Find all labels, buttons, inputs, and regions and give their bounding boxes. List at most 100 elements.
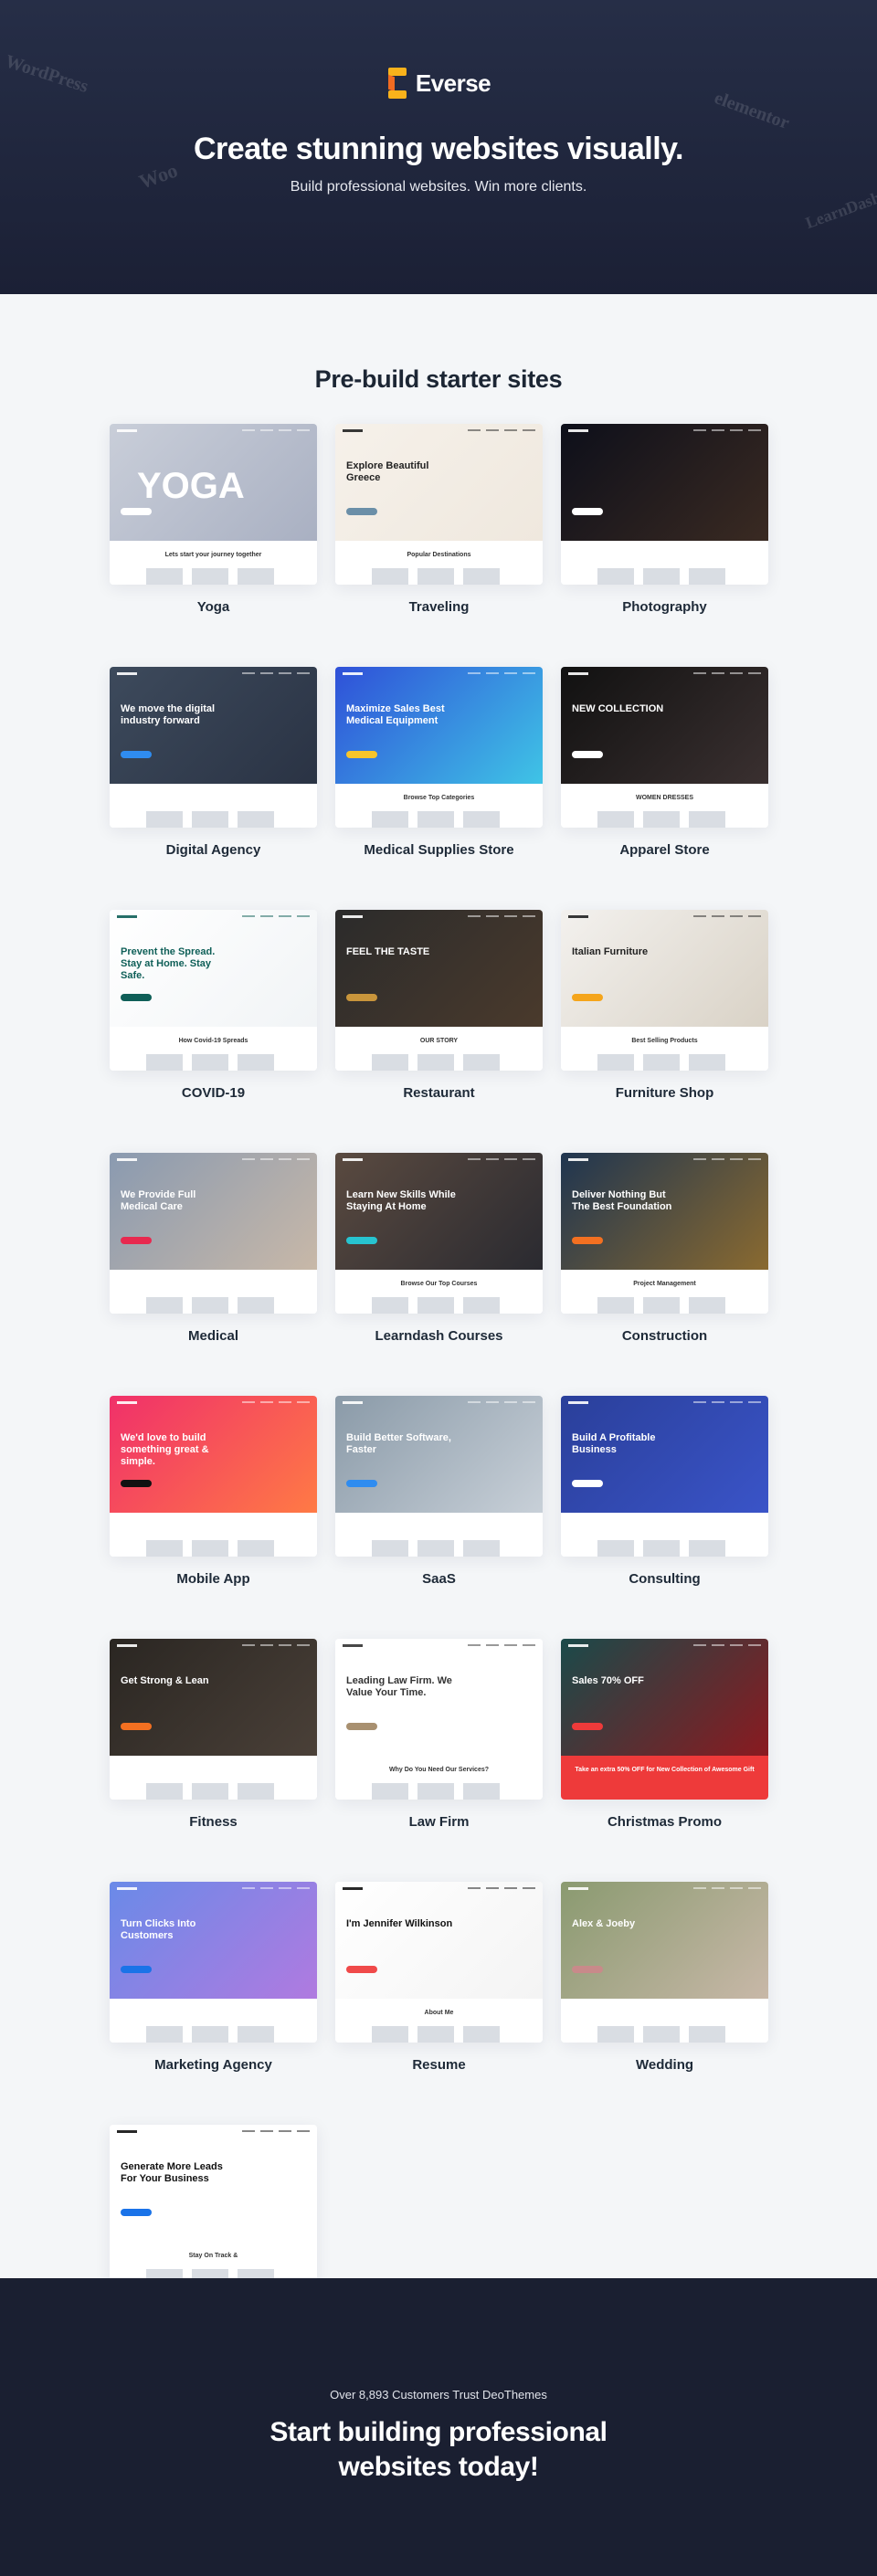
starter-site-item: Italian Furniture Best Selling Products Fu… — [561, 910, 768, 1101]
starter-site-item: Sales 70% OFF Take an extra 50% OFF for N… — [561, 1639, 768, 1830]
thumbnail-hero: Prevent the Spread. Stay at Home. Stay S… — [110, 910, 317, 1027]
starter-site-thumbnail[interactable]: Italian Furniture Best Selling Products — [561, 910, 768, 1071]
starter-site-thumbnail[interactable]: FEEL THE TASTE OUR STORY — [335, 910, 543, 1071]
thumbnail-image-block — [192, 2026, 228, 2043]
thumbnail-image-block — [463, 1297, 500, 1314]
thumbnail-nav — [110, 667, 317, 680]
starter-site-thumbnail[interactable]: Alex & Joeby — [561, 1882, 768, 2043]
thumbnail-image-block — [463, 1783, 500, 1800]
thumbnail-hero: Leading Law Firm. We Value Your Time. — [335, 1639, 543, 1756]
starter-site-thumbnail[interactable]: Generate More Leads For Your Business Sta… — [110, 2125, 317, 2286]
starter-site-item: We move the digital industry forward Digi… — [110, 667, 317, 858]
thumbnail-image-block — [372, 568, 408, 585]
starter-site-item: Learn New Skills While Staying At Home Br… — [335, 1153, 543, 1344]
footer-title: Start building professional websites tod… — [269, 2417, 608, 2482]
starter-site-thumbnail[interactable]: Sales 70% OFF Take an extra 50% OFF for N… — [561, 1639, 768, 1800]
thumbnail-cta-button — [121, 2209, 152, 2216]
brand-logo[interactable]: Everse — [0, 68, 877, 99]
thumbnail-image-block — [372, 2026, 408, 2043]
thumbnail-subheading: Project Management — [633, 1281, 696, 1287]
starter-site-thumbnail[interactable]: Prevent the Spread. Stay at Home. Stay S… — [110, 910, 317, 1071]
starter-site-thumbnail[interactable]: Explore Beautiful Greece Popular Destinat… — [335, 424, 543, 585]
thumbnail-headline: We move the digital industry forward — [121, 703, 216, 727]
thumbnail-cta-button — [346, 1966, 377, 1973]
thumbnail-cta-button — [572, 751, 603, 758]
thumbnail-image-block — [417, 811, 454, 828]
thumbnail-image-block — [643, 2026, 680, 2043]
starter-site-thumbnail[interactable]: I'm Jennifer Wilkinson About Me — [335, 1882, 543, 2043]
starter-site-item: Build Better Software, Faster SaaS — [335, 1396, 543, 1587]
thumbnail-nav — [335, 1396, 543, 1409]
thumbnail-image-block — [463, 1054, 500, 1071]
thumbnail-headline: Explore Beautiful Greece — [346, 460, 429, 484]
starter-site-thumbnail[interactable]: NEW COLLECTION WOMEN DRESSES — [561, 667, 768, 828]
thumbnail-headline: I'm Jennifer Wilkinson — [346, 1918, 453, 1929]
thumbnail-content — [110, 784, 317, 828]
thumbnail-cta-button — [346, 1237, 377, 1244]
thumbnail-nav — [335, 1639, 543, 1652]
thumbnail-hero: Build A Profitable Business — [561, 1396, 768, 1513]
starter-site-thumbnail[interactable]: We move the digital industry forward — [110, 667, 317, 828]
thumbnail-headline: Build Better Software, Faster — [346, 1432, 451, 1456]
starter-site-thumbnail[interactable]: Leading Law Firm. We Value Your Time. Why… — [335, 1639, 543, 1800]
thumbnail-nav — [335, 424, 543, 437]
starter-site-thumbnail[interactable] — [561, 424, 768, 585]
starter-site-thumbnail[interactable]: Build A Profitable Business — [561, 1396, 768, 1557]
starter-site-thumbnail[interactable]: Learn New Skills While Staying At Home Br… — [335, 1153, 543, 1314]
starter-site-item: NEW COLLECTION WOMEN DRESSES Apparel Store — [561, 667, 768, 858]
thumbnail-cta-button — [121, 1480, 152, 1487]
thumbnail-image-block — [463, 568, 500, 585]
thumbnail-image-block — [372, 1540, 408, 1557]
thumbnail-hero — [561, 424, 768, 541]
thumbnail-cta-button — [121, 1723, 152, 1730]
thumbnail-headline: Sales 70% OFF — [572, 1675, 644, 1686]
thumbnail-nav — [561, 424, 768, 437]
thumbnail-nav — [561, 1882, 768, 1895]
thumbnail-headline: We'd love to build something great & sim… — [121, 1432, 209, 1468]
thumbnail-image-block — [417, 1297, 454, 1314]
thumbnail-image-block — [146, 1297, 183, 1314]
thumbnail-hero: Italian Furniture — [561, 910, 768, 1027]
thumbnail-image-block — [238, 2026, 274, 2043]
starter-site-thumbnail[interactable]: Deliver Nothing But The Best Foundation P… — [561, 1153, 768, 1314]
thumbnail-image-block — [597, 1540, 634, 1557]
thumbnail-image-block — [192, 568, 228, 585]
thumbnail-image-block — [238, 811, 274, 828]
starter-site-thumbnail[interactable]: We Provide Full Medical Care — [110, 1153, 317, 1314]
thumbnail-content: WOMEN DRESSES — [561, 784, 768, 828]
thumbnail-content: How Covid-19 Spreads — [110, 1027, 317, 1071]
thumbnail-image-block — [238, 1297, 274, 1314]
thumbnail-image-block — [643, 811, 680, 828]
starter-site-item: I'm Jennifer Wilkinson About Me Resume — [335, 1882, 543, 2073]
thumbnail-subheading: Best Selling Products — [631, 1038, 698, 1044]
thumbnail-image-block — [238, 1783, 274, 1800]
thumbnail-subheading: Browse Our Top Courses — [400, 1281, 478, 1287]
starter-site-item: Alex & Joeby Wedding — [561, 1882, 768, 2073]
starter-site-thumbnail[interactable]: Build Better Software, Faster — [335, 1396, 543, 1557]
thumbnail-image-block — [689, 1054, 725, 1071]
thumbnail-hero: FEEL THE TASTE — [335, 910, 543, 1027]
thumbnail-cta-button — [572, 994, 603, 1001]
thumbnail-content: Take an extra 50% OFF for New Collection… — [561, 1756, 768, 1800]
thumbnail-image-block — [238, 568, 274, 585]
starter-site-thumbnail[interactable]: YOGA Lets start your journey together — [110, 424, 317, 585]
thumbnail-image-block — [417, 1783, 454, 1800]
starter-site-thumbnail[interactable]: Maximize Sales Best Medical Equipment Bro… — [335, 667, 543, 828]
thumbnail-cta-button — [121, 508, 152, 515]
thumbnail-hero: NEW COLLECTION — [561, 667, 768, 784]
starter-site-thumbnail[interactable]: We'd love to build something great & sim… — [110, 1396, 317, 1557]
starter-site-item: Photography — [561, 424, 768, 615]
thumbnail-image-block — [597, 568, 634, 585]
thumbnail-content — [561, 1999, 768, 2043]
starter-site-item: Explore Beautiful Greece Popular Destinat… — [335, 424, 543, 615]
thumbnail-cta-button — [121, 751, 152, 758]
thumbnail-image-block — [643, 1540, 680, 1557]
starter-site-thumbnail[interactable]: Turn Clicks Into Customers — [110, 1882, 317, 2043]
thumbnail-subheading: How Covid-19 Spreads — [178, 1038, 248, 1044]
thumbnail-content: OUR STORY — [335, 1027, 543, 1071]
thumbnail-content — [335, 1513, 543, 1557]
thumbnail-image-block — [643, 1297, 680, 1314]
thumbnail-headline: Maximize Sales Best Medical Equipment — [346, 703, 445, 727]
thumbnail-content: Lets start your journey together — [110, 541, 317, 585]
starter-site-thumbnail[interactable]: Get Strong & Lean — [110, 1639, 317, 1800]
